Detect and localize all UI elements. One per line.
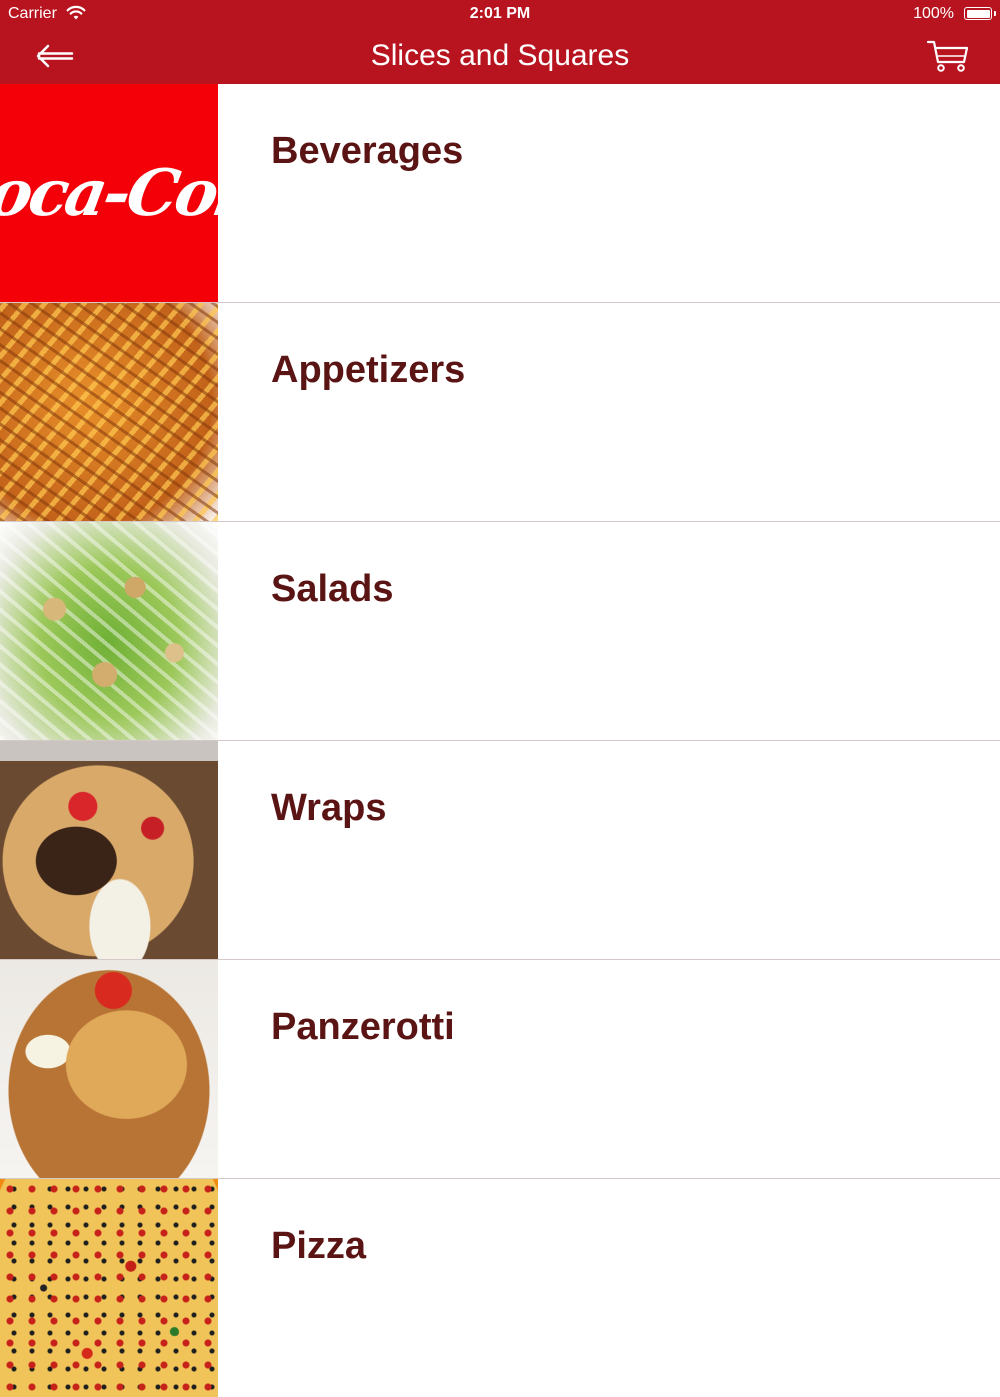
category-row-panzerotti[interactable]: Panzerotti	[0, 960, 1000, 1179]
page-title: Slices and Squares	[370, 39, 630, 72]
category-label: Pizza	[271, 1225, 367, 1267]
status-time: 2:01 PM	[469, 5, 531, 22]
cart-button[interactable]	[926, 36, 970, 76]
battery-percent: 100%	[913, 5, 954, 22]
category-label: Wraps	[271, 787, 387, 829]
category-row-wraps[interactable]: Wraps	[0, 741, 1000, 960]
category-row-beverages[interactable]: Coca-Cola Beverages	[0, 84, 1000, 303]
fries-thumbnail	[0, 303, 218, 521]
category-label: Appetizers	[271, 349, 466, 391]
category-row-appetizers[interactable]: Appetizers	[0, 303, 1000, 522]
coca-cola-logo: Coca-Cola	[0, 155, 218, 231]
category-list: Coca-Cola Beverages Appetizers Salads Wr…	[0, 84, 1000, 1397]
battery-icon	[964, 7, 996, 20]
panzerotti-thumbnail	[0, 960, 218, 1178]
wrap-thumbnail	[0, 741, 218, 959]
category-label: Salads	[271, 568, 394, 610]
salad-thumbnail	[0, 522, 218, 740]
category-row-salads[interactable]: Salads	[0, 522, 1000, 741]
pizza-thumbnail	[0, 1179, 218, 1397]
nav-bar: Carrier 2:01 PM 100% Slices and Squares	[0, 0, 1000, 84]
category-label: Panzerotti	[271, 1006, 455, 1048]
category-label: Beverages	[271, 130, 464, 172]
coca-cola-logo-thumbnail: Coca-Cola	[0, 84, 218, 302]
cart-icon	[926, 40, 969, 72]
category-row-pizza[interactable]: Pizza	[0, 1179, 1000, 1397]
status-bar: Carrier 2:01 PM 100%	[0, 0, 1000, 28]
